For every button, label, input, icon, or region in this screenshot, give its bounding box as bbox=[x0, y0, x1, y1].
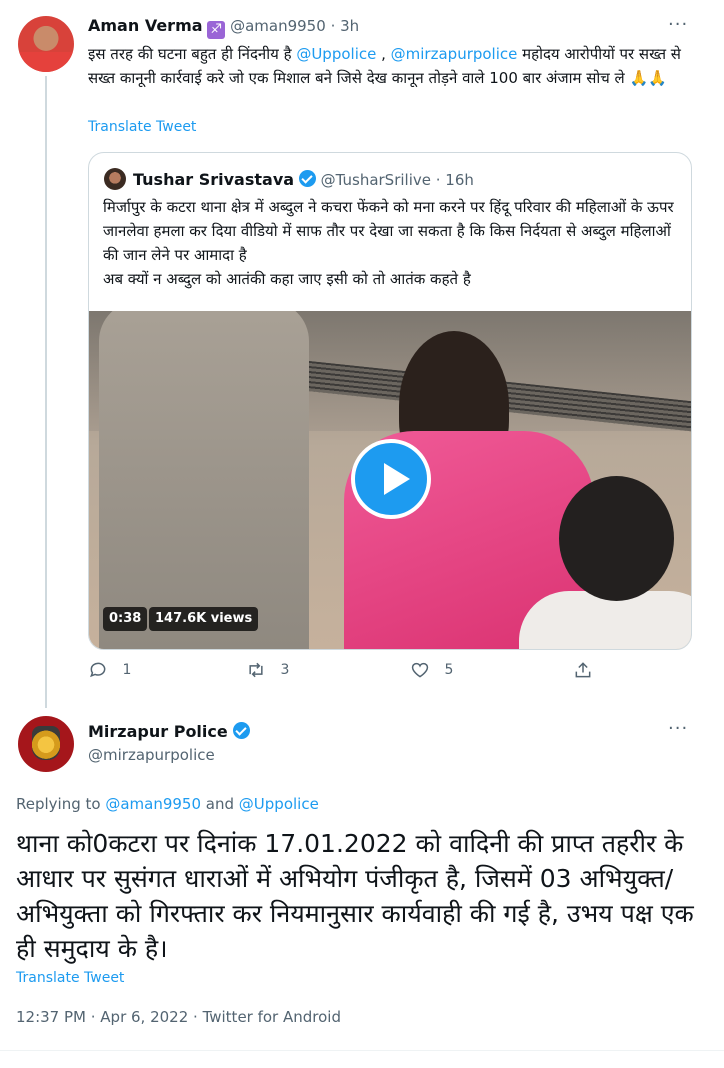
tweet-timestamp[interactable]: 12:37 PM · Apr 6, 2022 · Twitter for And… bbox=[16, 1008, 341, 1026]
share-icon[interactable] bbox=[573, 660, 593, 680]
play-icon[interactable] bbox=[351, 439, 431, 519]
divider bbox=[0, 1050, 724, 1051]
replying-prefix: Replying to bbox=[16, 795, 106, 813]
author-handle[interactable]: @mirzapurpolice bbox=[88, 746, 215, 764]
mention-link[interactable]: @mirzapurpolice bbox=[391, 45, 518, 63]
video-frame-person bbox=[99, 311, 309, 649]
translate-tweet-link[interactable]: Translate Tweet bbox=[88, 119, 196, 135]
heart-icon[interactable] bbox=[410, 660, 430, 680]
quoted-text-line: अब क्यों न अब्दुल को आतंकी कहा जाए इसी क… bbox=[103, 270, 471, 288]
video-frame-person-head bbox=[559, 476, 674, 601]
mention-link[interactable]: @Uppolice bbox=[296, 45, 376, 63]
quoted-text: मिर्जापुर के कटरा थाना क्षेत्र में अब्दु… bbox=[103, 195, 683, 291]
quoted-text-line: मिर्जापुर के कटरा थाना क्षेत्र में अब्दु… bbox=[103, 198, 674, 264]
quoted-tweet[interactable]: Tushar Srivastava @TusharSrilive · 16h म… bbox=[88, 152, 692, 650]
tweet-text-part: इस तरह की घटना बहुत ही निंदनीय है bbox=[88, 45, 297, 63]
like-action[interactable]: 5 bbox=[410, 660, 453, 680]
mention-link[interactable]: @aman9950 bbox=[105, 795, 201, 813]
author-name[interactable]: Mirzapur Police bbox=[88, 722, 228, 741]
author-handle[interactable]: @aman9950 bbox=[230, 17, 326, 35]
reply-action[interactable]: 1 bbox=[88, 660, 131, 680]
author-name[interactable]: Aman Verma bbox=[88, 16, 203, 35]
avatar[interactable] bbox=[18, 716, 74, 772]
quoted-header: Tushar Srivastava @TusharSrilive · 16h bbox=[133, 170, 474, 189]
quoted-handle[interactable]: @TusharSrilive bbox=[321, 171, 431, 189]
author-row: Mirzapur Police bbox=[88, 722, 250, 741]
tweet-text: इस तरह की घटना बहुत ही निंदनीय है @Uppol… bbox=[88, 42, 698, 90]
quoted-time[interactable]: · 16h bbox=[436, 171, 474, 189]
share-action[interactable] bbox=[573, 660, 593, 680]
translate-tweet-link[interactable]: Translate Tweet bbox=[16, 970, 124, 986]
sagittarius-icon: ♐ bbox=[207, 21, 226, 39]
mention-link[interactable]: @Uppolice bbox=[239, 795, 319, 813]
tweet-time[interactable]: · 3h bbox=[331, 17, 360, 35]
retweet-action[interactable]: 3 bbox=[246, 660, 289, 680]
retweet-icon[interactable] bbox=[246, 660, 266, 680]
like-count: 5 bbox=[444, 662, 454, 678]
police-emblem-icon bbox=[32, 726, 60, 760]
tweet-text: थाना को0कटरा पर दिनांक 17.01.2022 को वाद… bbox=[16, 829, 694, 963]
avatar[interactable] bbox=[18, 16, 74, 72]
tweet-text-part: , bbox=[376, 45, 391, 63]
replying-and: and bbox=[201, 795, 239, 813]
thread-connector-line bbox=[45, 76, 47, 708]
video-player[interactable]: 0:38 147.6K views bbox=[89, 311, 691, 649]
tweet-header: Aman Verma ♐ @aman9950 · 3h bbox=[88, 16, 359, 39]
video-views: 147.6K views bbox=[149, 607, 259, 631]
video-duration: 0:38 bbox=[103, 607, 148, 631]
retweet-count: 3 bbox=[280, 662, 290, 678]
more-options-icon[interactable]: ··· bbox=[668, 718, 688, 739]
verified-badge-icon bbox=[232, 722, 250, 739]
quoted-author-name[interactable]: Tushar Srivastava bbox=[133, 170, 294, 189]
reply-count: 1 bbox=[122, 662, 132, 678]
quoted-avatar[interactable] bbox=[104, 168, 126, 190]
reply-icon[interactable] bbox=[88, 660, 108, 680]
more-options-icon[interactable]: ··· bbox=[668, 14, 688, 35]
verified-badge-icon bbox=[298, 170, 316, 187]
replying-to: Replying to @aman9950 and @Uppolice bbox=[16, 795, 319, 813]
